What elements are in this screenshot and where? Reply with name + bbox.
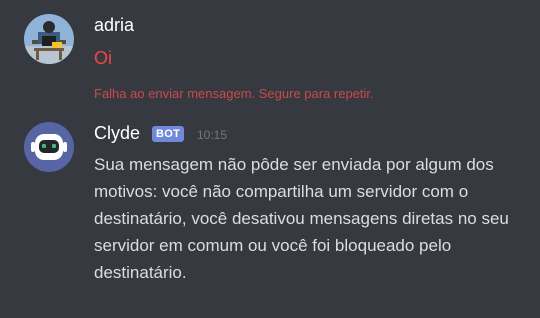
bot-badge: BOT: [152, 126, 185, 142]
clyde-bot-icon[interactable]: [24, 122, 74, 172]
failed-message-text: Oi: [94, 48, 112, 68]
message-adria[interactable]: adria Oi Falha ao enviar mensagem. Segur…: [0, 0, 540, 112]
user-avatar-icon[interactable]: [24, 14, 74, 64]
send-failure-notice[interactable]: Falha ao enviar mensagem. Segure para re…: [94, 86, 374, 102]
username-clyde[interactable]: Clyde: [94, 122, 140, 144]
message-timestamp: 10:15: [197, 128, 228, 142]
username-adria[interactable]: adria: [94, 14, 134, 36]
clyde-message-text: Sua mensagem não pôde ser enviada por al…: [94, 155, 509, 282]
